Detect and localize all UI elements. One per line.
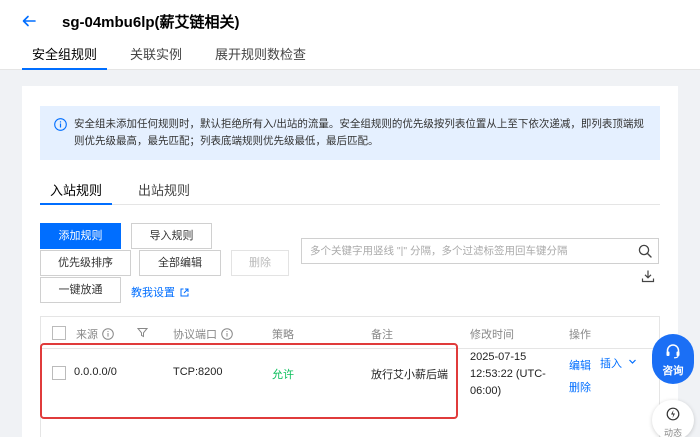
add-rule-button[interactable]: 添加规则 [40, 223, 121, 249]
info-icon [54, 118, 67, 131]
modified-time: 12:53:22 (UTC- [470, 368, 546, 380]
delete-link[interactable]: 删除 [569, 379, 591, 395]
notice-text: 安全组未添加任何规则时，默认拒绝所有入/出站的流量。安全组规则的优先级按列表位置… [74, 118, 644, 147]
tab-associated-instances[interactable]: 关联实例 [120, 44, 192, 70]
modified-date: 2025-07-15 [470, 351, 527, 363]
search-icon[interactable] [638, 244, 652, 258]
rules-table: 来源 协议端口 策略 备注 修改时间 操作 0.0.0.0/0 TCP:8200… [40, 316, 660, 437]
search-input[interactable] [302, 239, 622, 263]
edit-link[interactable]: 编辑 [569, 357, 591, 373]
help-icon[interactable] [221, 328, 233, 340]
external-link-icon [180, 288, 189, 297]
headset-icon [665, 343, 681, 359]
cell-policy: 允许 [272, 369, 294, 381]
column-modified: 修改时间 [470, 329, 514, 341]
insert-label: 插入 [600, 358, 622, 370]
cell-modified: 2025-07-15 12:53:22 (UTC- 06:00) [470, 349, 546, 400]
tab-inbound-rules[interactable]: 入站规则 [40, 181, 113, 205]
tab-expanded-rule-check[interactable]: 展开规则数检查 [205, 44, 316, 70]
top-tabs: 安全组规则 关联实例 展开规则数检查 [22, 44, 329, 70]
modified-tz: 06:00) [470, 385, 502, 397]
filter-icon[interactable] [137, 327, 148, 338]
back-arrow-icon[interactable] [20, 12, 38, 30]
sort-priority-button[interactable]: 优先级排序 [40, 250, 131, 276]
select-all-checkbox[interactable] [52, 326, 66, 340]
column-source: 来源 [76, 326, 114, 342]
column-source-label: 来源 [76, 329, 98, 341]
column-port: 协议端口 [173, 326, 233, 342]
cell-port: TCP:8200 [173, 366, 223, 378]
tab-outbound-rules[interactable]: 出站规则 [128, 181, 200, 205]
table-header: 来源 协议端口 策略 备注 修改时间 操作 [41, 317, 659, 349]
cell-note: 放行艾小薪后端 [371, 369, 448, 381]
consult-button[interactable]: 咨询 [652, 334, 694, 384]
lightning-icon [666, 407, 680, 421]
help-setup-link[interactable]: 教我设置 [131, 284, 189, 300]
page-title: sg-04mbu6lp(薪艾链相关) [62, 14, 240, 31]
column-note: 备注 [371, 329, 393, 341]
help-icon[interactable] [102, 328, 114, 340]
dynamic-label: 动态 [663, 428, 682, 437]
edit-all-button[interactable]: 全部编辑 [139, 250, 221, 276]
page-header: sg-04mbu6lp(薪艾链相关) 安全组规则 关联实例 展开规则数检查 [0, 0, 700, 70]
tab-security-group-rules[interactable]: 安全组规则 [22, 44, 108, 70]
column-port-label: 协议端口 [173, 329, 217, 341]
rules-card: 安全组未添加任何规则时，默认拒绝所有入/出站的流量。安全组规则的优先级按列表位置… [22, 86, 678, 437]
table-row: 0.0.0.0/0 TCP:8200 允许 放行艾小薪后端 2025-07-15… [41, 349, 659, 427]
search-box [301, 238, 659, 264]
row-checkbox[interactable] [52, 366, 66, 380]
import-rules-button[interactable]: 导入规则 [131, 223, 212, 249]
download-icon[interactable] [641, 269, 655, 283]
help-link-label: 教我设置 [131, 287, 175, 299]
column-policy: 策略 [272, 329, 294, 341]
delete-button[interactable]: 删除 [231, 250, 289, 276]
rule-direction-tabs: 入站规则 出站规则 [40, 181, 660, 205]
cell-source: 0.0.0.0/0 [74, 366, 117, 378]
consult-label: 咨询 [662, 365, 684, 377]
column-ops: 操作 [569, 329, 591, 341]
dynamic-button[interactable]: 动态 [652, 400, 694, 437]
chevron-down-icon [628, 357, 637, 369]
one-click-open-button[interactable]: 一键放通 [40, 277, 121, 303]
info-notice: 安全组未添加任何规则时，默认拒绝所有入/出站的流量。安全组规则的优先级按列表位置… [40, 106, 660, 160]
insert-dropdown[interactable]: 插入 [600, 355, 637, 371]
